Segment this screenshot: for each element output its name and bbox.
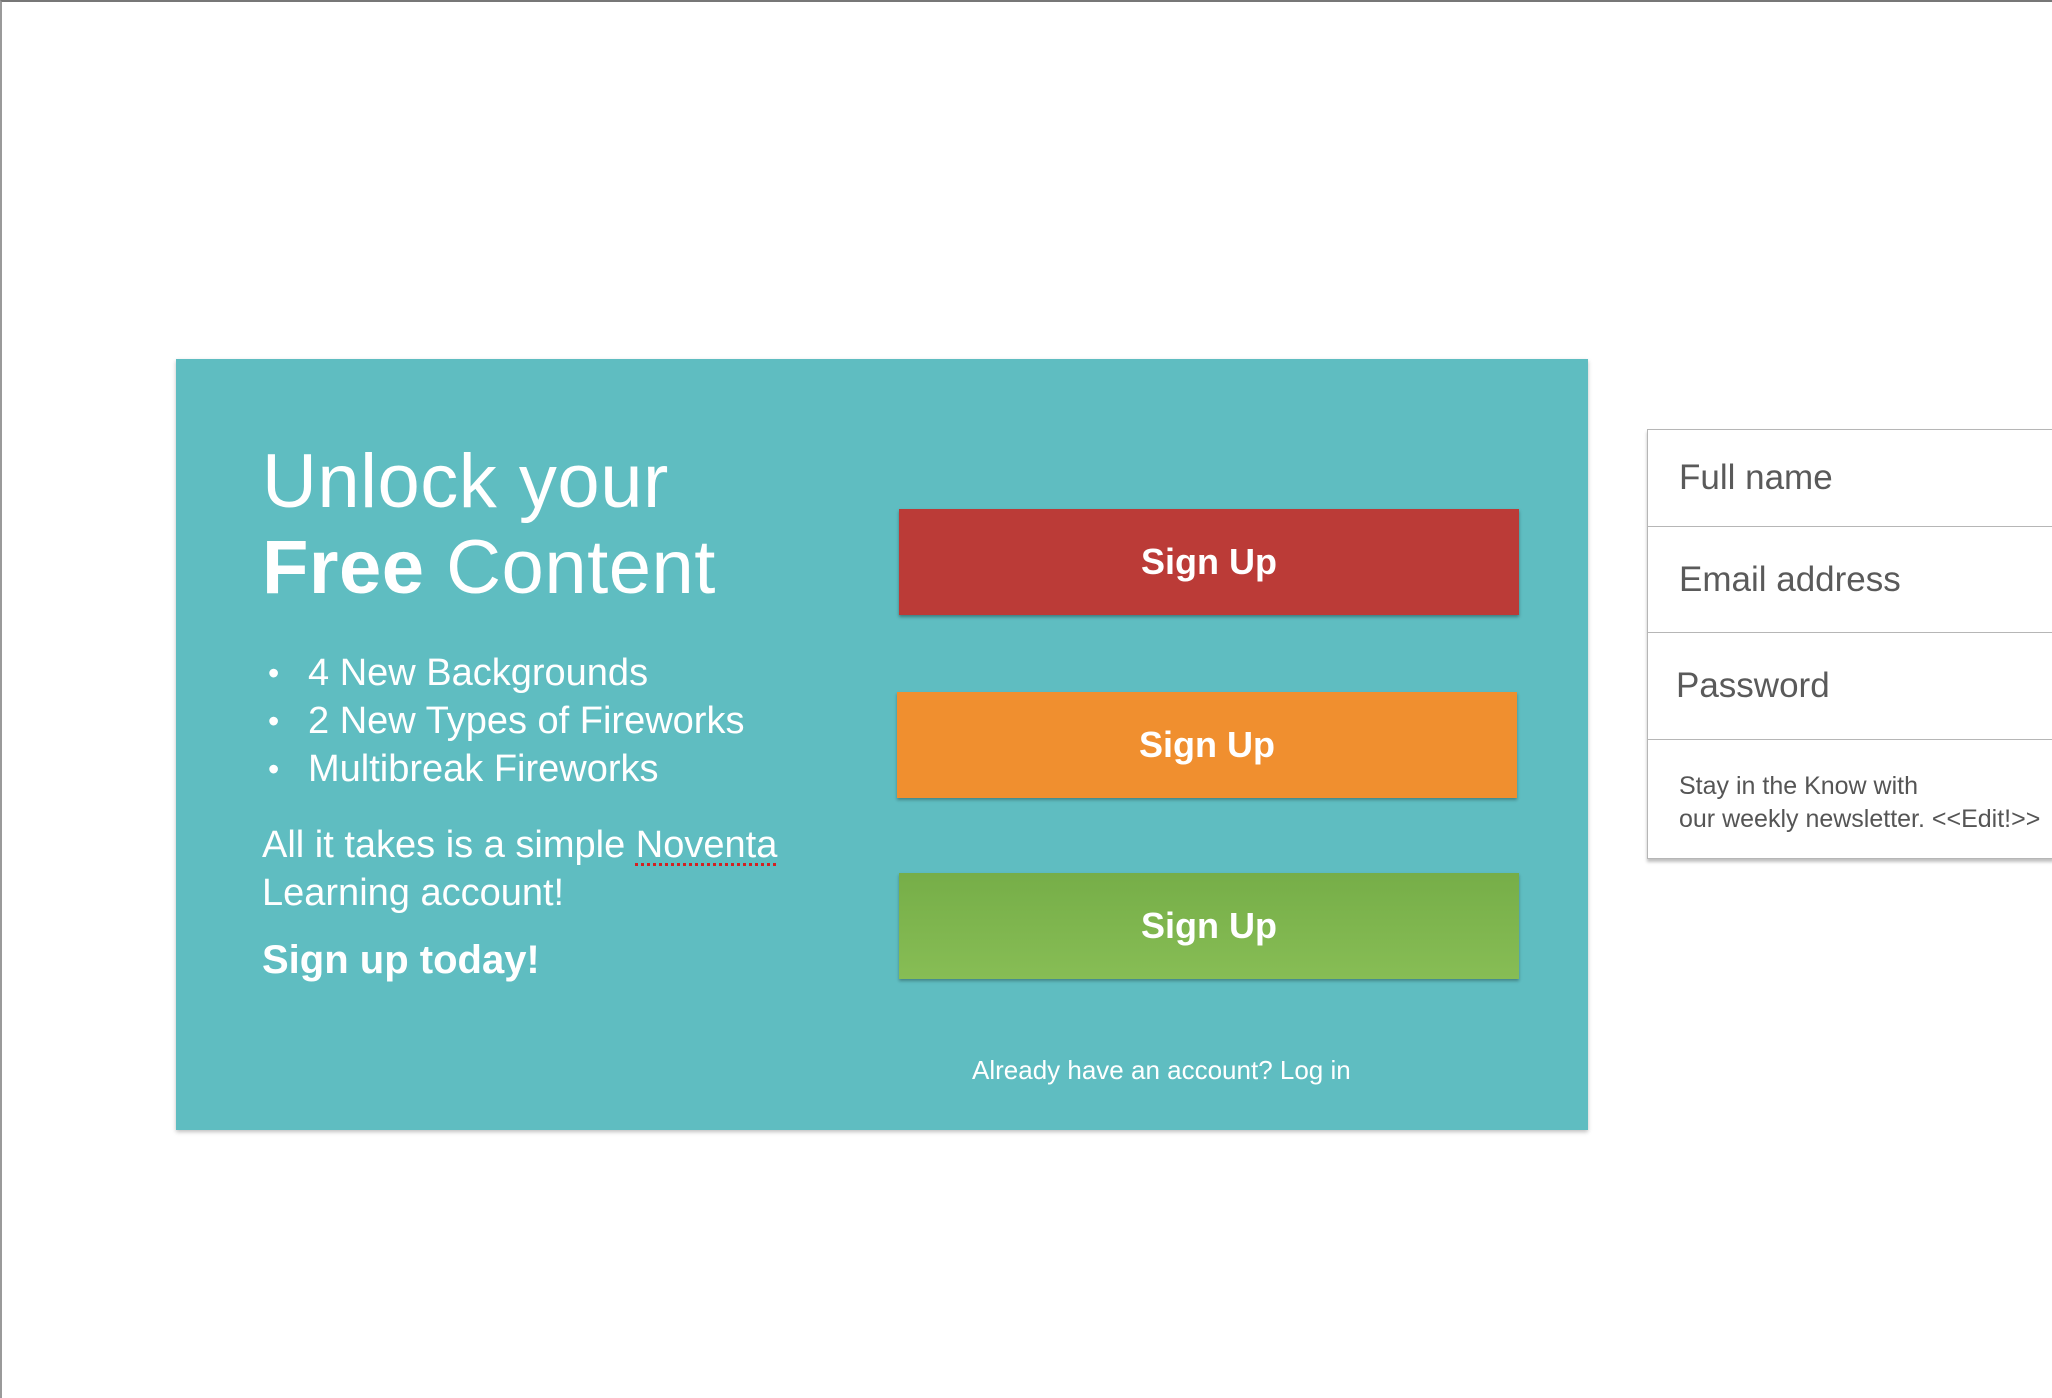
cta-text: Sign up today! [262,938,540,982]
blurb-text-end: Learning account! [262,872,565,914]
signup-card: Unlock your Free Content 4 New Backgroun… [176,359,1588,1130]
full-name-input[interactable] [1648,430,2052,526]
newsletter-line-1: Stay in the Know with [1679,772,1919,800]
headline-line-1: Unlock your [262,439,669,524]
list-item: 4 New Backgrounds [262,649,744,697]
blurb-text-start: All it takes is a simple [262,824,636,866]
headline-line-2: Free Content [262,525,716,611]
headline-rest: Content [424,525,716,610]
email-input[interactable] [1648,527,2052,632]
headline: Unlock your Free Content [262,439,716,611]
full-name-field-container [1648,430,2052,527]
email-field-container [1648,527,2052,633]
sign-up-button-green[interactable]: Sign Up [899,873,1519,979]
list-item: Multibreak Fireworks [262,745,744,793]
brand-name: Noventa [635,824,778,866]
sign-up-button-orange[interactable]: Sign Up [897,692,1517,798]
list-item: 2 New Types of Fireworks [262,697,744,745]
password-input[interactable] [1648,633,2052,739]
newsletter-line-2: our weekly newsletter. <<Edit!>> [1679,805,2041,833]
newsletter-text: Stay in the Know with our weekly newslet… [1679,770,2052,836]
headline-bold-word: Free [262,525,425,610]
password-field-container [1648,633,2052,740]
page-canvas: Unlock your Free Content 4 New Backgroun… [0,0,2052,1398]
login-link[interactable]: Already have an account? Log in [972,1053,1351,1087]
signup-form-panel: Stay in the Know with our weekly newslet… [1647,429,2052,859]
account-blurb: All it takes is a simple Noventa Learnin… [262,821,822,917]
benefits-list: 4 New Backgrounds 2 New Types of Firewor… [262,649,744,793]
sign-up-button-red[interactable]: Sign Up [899,509,1519,615]
